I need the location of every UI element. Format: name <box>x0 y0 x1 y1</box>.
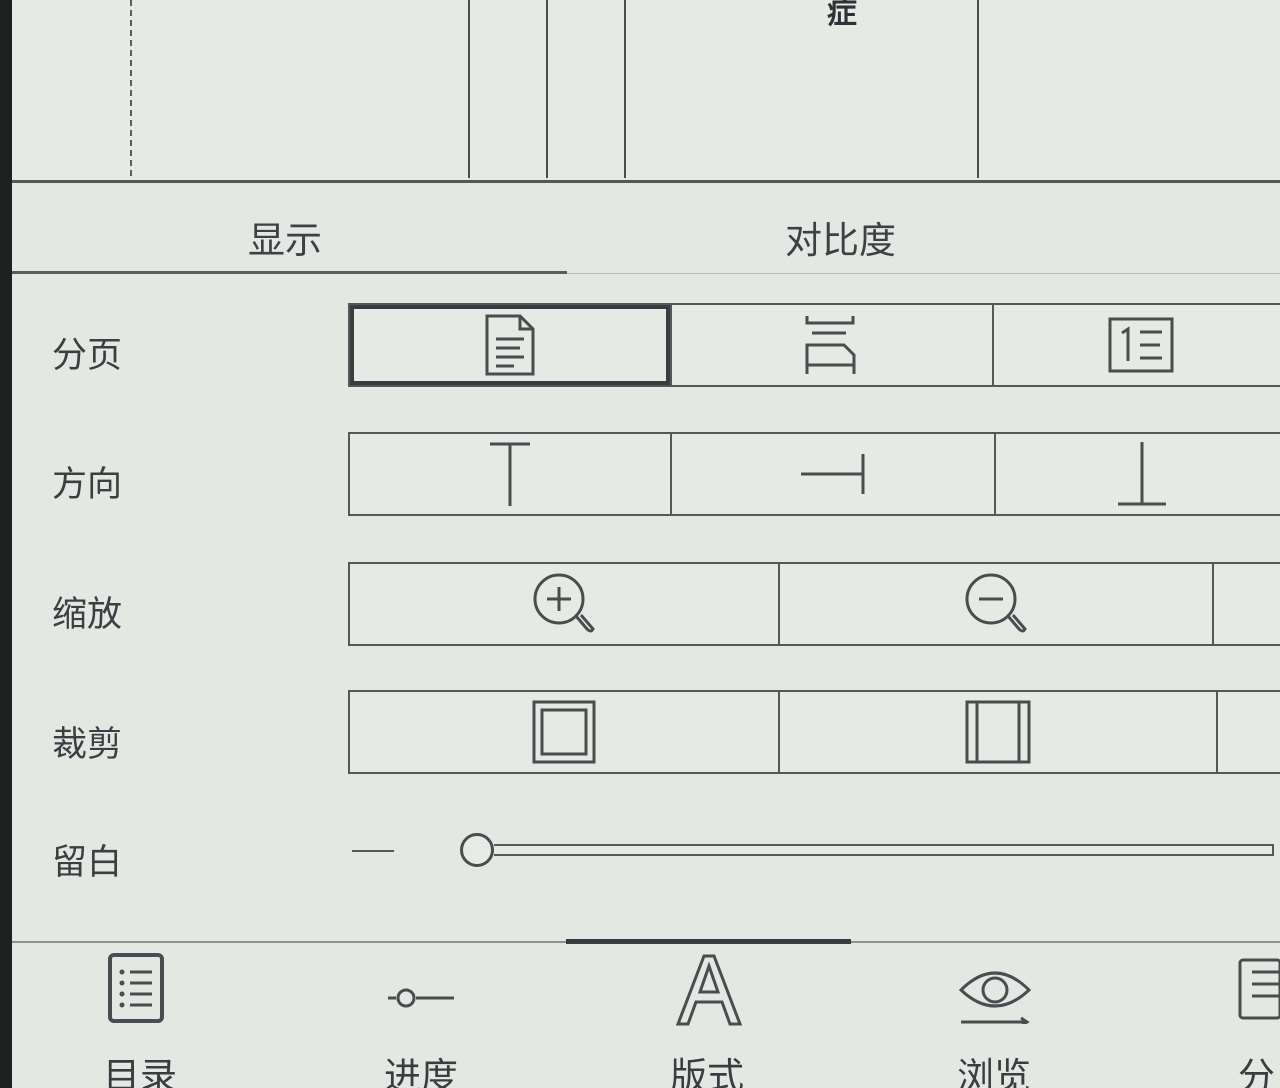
layout-icon <box>675 954 743 1026</box>
rotate-right-icon <box>801 454 865 494</box>
zoom-out-button[interactable] <box>778 564 1212 644</box>
margin-label: 留白 <box>52 843 123 883</box>
paging-single-button[interactable] <box>350 305 670 385</box>
orientation-label: 方向 <box>52 465 123 505</box>
device-screen: 症 显示 对比度 分页 方向 缩放 裁剪 留白 目录 进度 版式 浏览 分 <box>0 0 1280 1088</box>
nav-toc-button[interactable] <box>36 952 236 1024</box>
orientation-right-button[interactable] <box>670 434 994 514</box>
crop-auto-button[interactable] <box>350 692 778 772</box>
zoom-fit-button[interactable] <box>1212 564 1280 644</box>
device-bezel <box>0 0 12 1088</box>
active-nav-indicator <box>566 939 851 944</box>
browse-icon <box>958 971 1032 1024</box>
table-border-line <box>546 0 548 178</box>
nav-progress-button[interactable] <box>322 952 522 1024</box>
paging-label: 分页 <box>52 336 123 376</box>
table-border-line <box>624 0 626 178</box>
progress-icon <box>388 988 454 1008</box>
single-page-icon <box>485 314 535 376</box>
nav-split-label: 分 <box>1238 1055 1275 1088</box>
tab-contrast[interactable]: 对比度 <box>785 210 896 264</box>
orientation-options <box>348 432 1280 516</box>
nav-layout-button[interactable] <box>609 952 809 1028</box>
active-tab-indicator <box>12 271 567 274</box>
split-page-icon <box>805 316 856 374</box>
orientation-bottom-button[interactable] <box>994 434 1280 514</box>
nav-browse-button[interactable] <box>895 952 1095 1024</box>
zoom-in-button[interactable] <box>350 564 778 644</box>
table-border-line <box>468 0 470 178</box>
numbered-page-icon <box>1108 317 1174 373</box>
rotate-bottom-icon <box>1118 442 1166 506</box>
crop-sides-button[interactable] <box>778 692 1216 772</box>
nav-browse-label: 浏览 <box>957 1055 1031 1088</box>
split-icon <box>1238 958 1280 1020</box>
document-edge <box>12 180 1280 183</box>
paging-split-button[interactable] <box>670 305 992 385</box>
zoom-label: 缩放 <box>52 595 123 635</box>
toc-icon <box>108 953 164 1023</box>
crop-label: 裁剪 <box>52 725 123 765</box>
zoom-in-icon <box>533 573 595 633</box>
crop-manual-button[interactable] <box>1216 692 1280 772</box>
nav-toc-label: 目录 <box>103 1055 177 1088</box>
document-text-fragment: 症 <box>827 0 857 31</box>
crop-auto-icon <box>532 700 596 764</box>
paging-options <box>348 303 1280 387</box>
margin-slider-handle[interactable] <box>460 833 494 867</box>
margin-slider-track[interactable] <box>494 844 1274 856</box>
nav-layout-label: 版式 <box>670 1055 744 1088</box>
paging-numbered-button[interactable] <box>992 305 1280 385</box>
crop-sides-icon <box>965 700 1031 764</box>
tab-display[interactable]: 显示 <box>248 210 322 264</box>
nav-progress-label: 进度 <box>384 1055 458 1088</box>
zoom-options <box>348 562 1280 646</box>
dashed-guide-line <box>130 0 132 176</box>
document-preview: 症 <box>12 0 1280 182</box>
table-border-line <box>977 0 979 178</box>
margin-decrease-button[interactable] <box>352 850 394 852</box>
zoom-out-icon <box>965 573 1027 633</box>
nav-split-button[interactable] <box>1200 952 1280 1024</box>
rotate-top-icon <box>490 442 530 506</box>
orientation-top-button[interactable] <box>350 434 670 514</box>
crop-options <box>348 690 1280 774</box>
